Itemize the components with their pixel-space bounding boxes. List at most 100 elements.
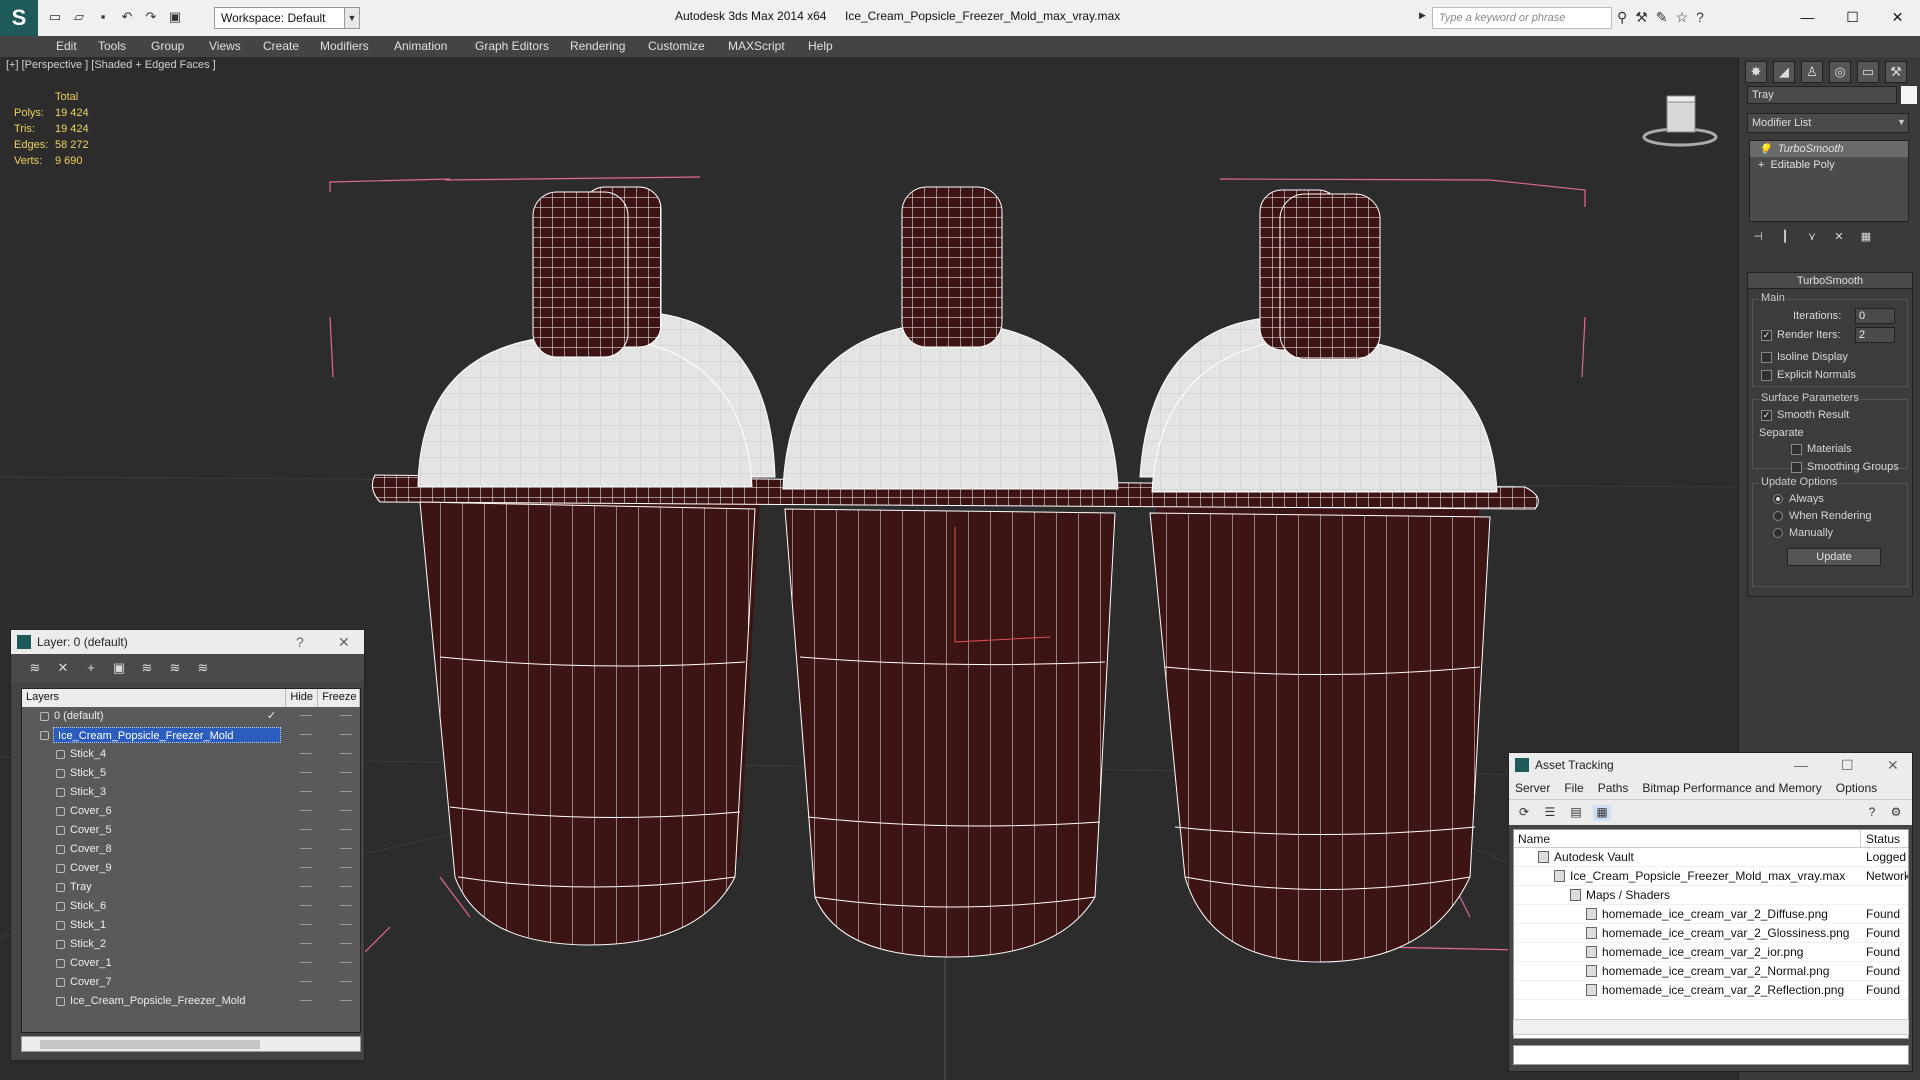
app-logo-icon[interactable]: S [0,0,38,36]
menu-animation[interactable]: Animation [394,36,447,57]
when-rendering-radio[interactable] [1773,511,1783,521]
modifier-list-dropdown[interactable]: Modifier List [1747,113,1909,133]
layer-row[interactable]: Cover_6 [22,802,360,821]
menu-edit[interactable]: Edit [56,36,77,57]
freeze-toggle[interactable] [340,962,352,963]
layer-row[interactable]: Stick_2 [22,935,360,954]
hide-toggle[interactable] [300,981,312,982]
asset-row[interactable]: homemade_ice_cream_var_2_Normal.png Found [1514,962,1908,981]
menu-help[interactable]: Help [808,36,833,57]
remove-modifier-icon[interactable]: ✕ [1830,228,1848,246]
delete-layer-icon[interactable]: ✕ [53,660,73,676]
col-layers[interactable]: Layers [22,689,287,707]
hide-all-icon[interactable]: ≋ [165,660,185,676]
create-layer-icon[interactable]: ≋ [25,660,45,676]
freeze-toggle[interactable] [340,715,352,716]
freeze-toggle[interactable] [340,753,352,754]
expand-plus-icon[interactable]: + [1758,159,1764,171]
project-folder-icon[interactable]: ▣ [166,8,184,26]
make-unique-icon[interactable]: ⋎ [1803,228,1821,246]
menu-group[interactable]: Group [151,36,184,57]
list-view-icon[interactable]: ☰ [1541,805,1559,821]
layer-row[interactable]: Cover_8 [22,840,360,859]
freeze-toggle[interactable] [340,734,352,735]
menu-create[interactable]: Create [263,36,299,57]
menu-customize[interactable]: Customize [648,36,705,57]
layer-row[interactable]: Stick_4 [22,745,360,764]
menu-graph-editors[interactable]: Graph Editors [475,36,549,57]
menu-file[interactable]: File [1564,781,1583,795]
layer-row[interactable]: 0 (default) ✓ [22,707,360,726]
undo-icon[interactable]: ↶ [118,8,136,26]
menu-modifiers[interactable]: Modifiers [320,36,369,57]
workspace-dropdown[interactable]: Workspace: Default [214,7,352,29]
favorites-star-icon[interactable]: ☆ [1676,9,1689,26]
close-icon[interactable]: ✕ [1875,4,1920,30]
column-divider[interactable] [1860,830,1861,848]
help-icon[interactable]: ? [1696,9,1704,26]
refresh-icon[interactable]: ⟳ [1515,805,1533,821]
freeze-toggle[interactable] [340,829,352,830]
close-icon[interactable]: ✕ [1887,757,1899,774]
configure-sets-icon[interactable]: ▦ [1857,228,1875,246]
manually-radio[interactable] [1773,528,1783,538]
minimize-icon[interactable]: — [1785,4,1830,30]
select-objects-icon[interactable]: ▣ [109,660,129,676]
asset-row[interactable]: homemade_ice_cream_var_2_ior.png Found [1514,943,1908,962]
show-end-result-icon[interactable]: ┃ [1776,228,1794,246]
col-status[interactable]: Status [1866,832,1900,846]
hide-toggle[interactable] [300,962,312,963]
freeze-toggle[interactable] [340,924,352,925]
explicit-normals-checkbox[interactable] [1761,370,1772,381]
stack-item-editable-poly[interactable]: + Editable Poly [1750,157,1908,173]
menu-bitmap-performance[interactable]: Bitmap Performance and Memory [1642,781,1821,795]
freeze-toggle[interactable] [340,867,352,868]
col-freeze[interactable]: Freeze [318,689,360,707]
scrollbar-thumb[interactable] [40,1040,260,1049]
communication-icon[interactable]: ✎ [1656,9,1668,26]
utilities-tab-icon[interactable]: ⚒ [1885,61,1907,83]
hide-toggle[interactable] [300,1000,312,1001]
hide-toggle[interactable] [300,772,312,773]
maximize-icon[interactable]: ☐ [1841,757,1854,774]
asset-row[interactable]: Maps / Shaders [1514,886,1908,905]
freeze-toggle[interactable] [340,791,352,792]
layer-row[interactable]: Stick_3 [22,783,360,802]
layer-row[interactable]: Cover_1 [22,954,360,973]
create-tab-icon[interactable]: ✸ [1745,61,1767,83]
layer-row[interactable]: Tray [22,878,360,897]
menu-tools[interactable]: Tools [98,36,126,57]
menu-views[interactable]: Views [209,36,241,57]
hide-toggle[interactable] [300,867,312,868]
smooth-result-checkbox[interactable]: ✓ [1761,410,1772,421]
menu-maxscript[interactable]: MAXScript [728,36,785,57]
motion-tab-icon[interactable]: ◎ [1829,61,1851,83]
table-view-icon[interactable]: ▦ [1593,805,1611,821]
smoothing-groups-checkbox[interactable] [1791,462,1802,473]
close-icon[interactable]: ✕ [338,634,350,651]
freeze-all-icon[interactable]: ≋ [193,660,213,676]
search-input[interactable]: Type a keyword or phrase [1432,7,1612,29]
hide-toggle[interactable] [300,810,312,811]
chevron-down-icon[interactable]: ▼ [1897,117,1906,127]
layer-row[interactable]: Cover_7 [22,973,360,992]
freeze-toggle[interactable] [340,772,352,773]
redo-icon[interactable]: ↷ [142,8,160,26]
pin-stack-icon[interactable]: ⊣ [1749,228,1767,246]
hide-toggle[interactable] [300,924,312,925]
menu-rendering[interactable]: Rendering [570,36,625,57]
render-iters-spinner[interactable]: 2 [1855,327,1895,343]
lightbulb-icon[interactable]: 💡 [1758,143,1772,156]
menu-options[interactable]: Options [1836,781,1877,795]
layer-row[interactable]: Stick_1 [22,916,360,935]
freeze-toggle[interactable] [340,981,352,982]
layer-row[interactable]: Ice_Cream_Popsicle_Freezer_Mold [22,726,360,745]
workspace-dropdown-arrow-icon[interactable]: ▼ [344,7,360,29]
search-expand-icon[interactable]: ▶ [1419,10,1426,21]
hide-toggle[interactable] [300,943,312,944]
freeze-toggle[interactable] [340,1000,352,1001]
layer-row[interactable]: Stick_6 [22,897,360,916]
asset-row[interactable]: Ice_Cream_Popsicle_Freezer_Mold_max_vray… [1514,867,1908,886]
col-name[interactable]: Name [1518,832,1550,846]
minimize-icon[interactable]: — [1794,757,1808,773]
